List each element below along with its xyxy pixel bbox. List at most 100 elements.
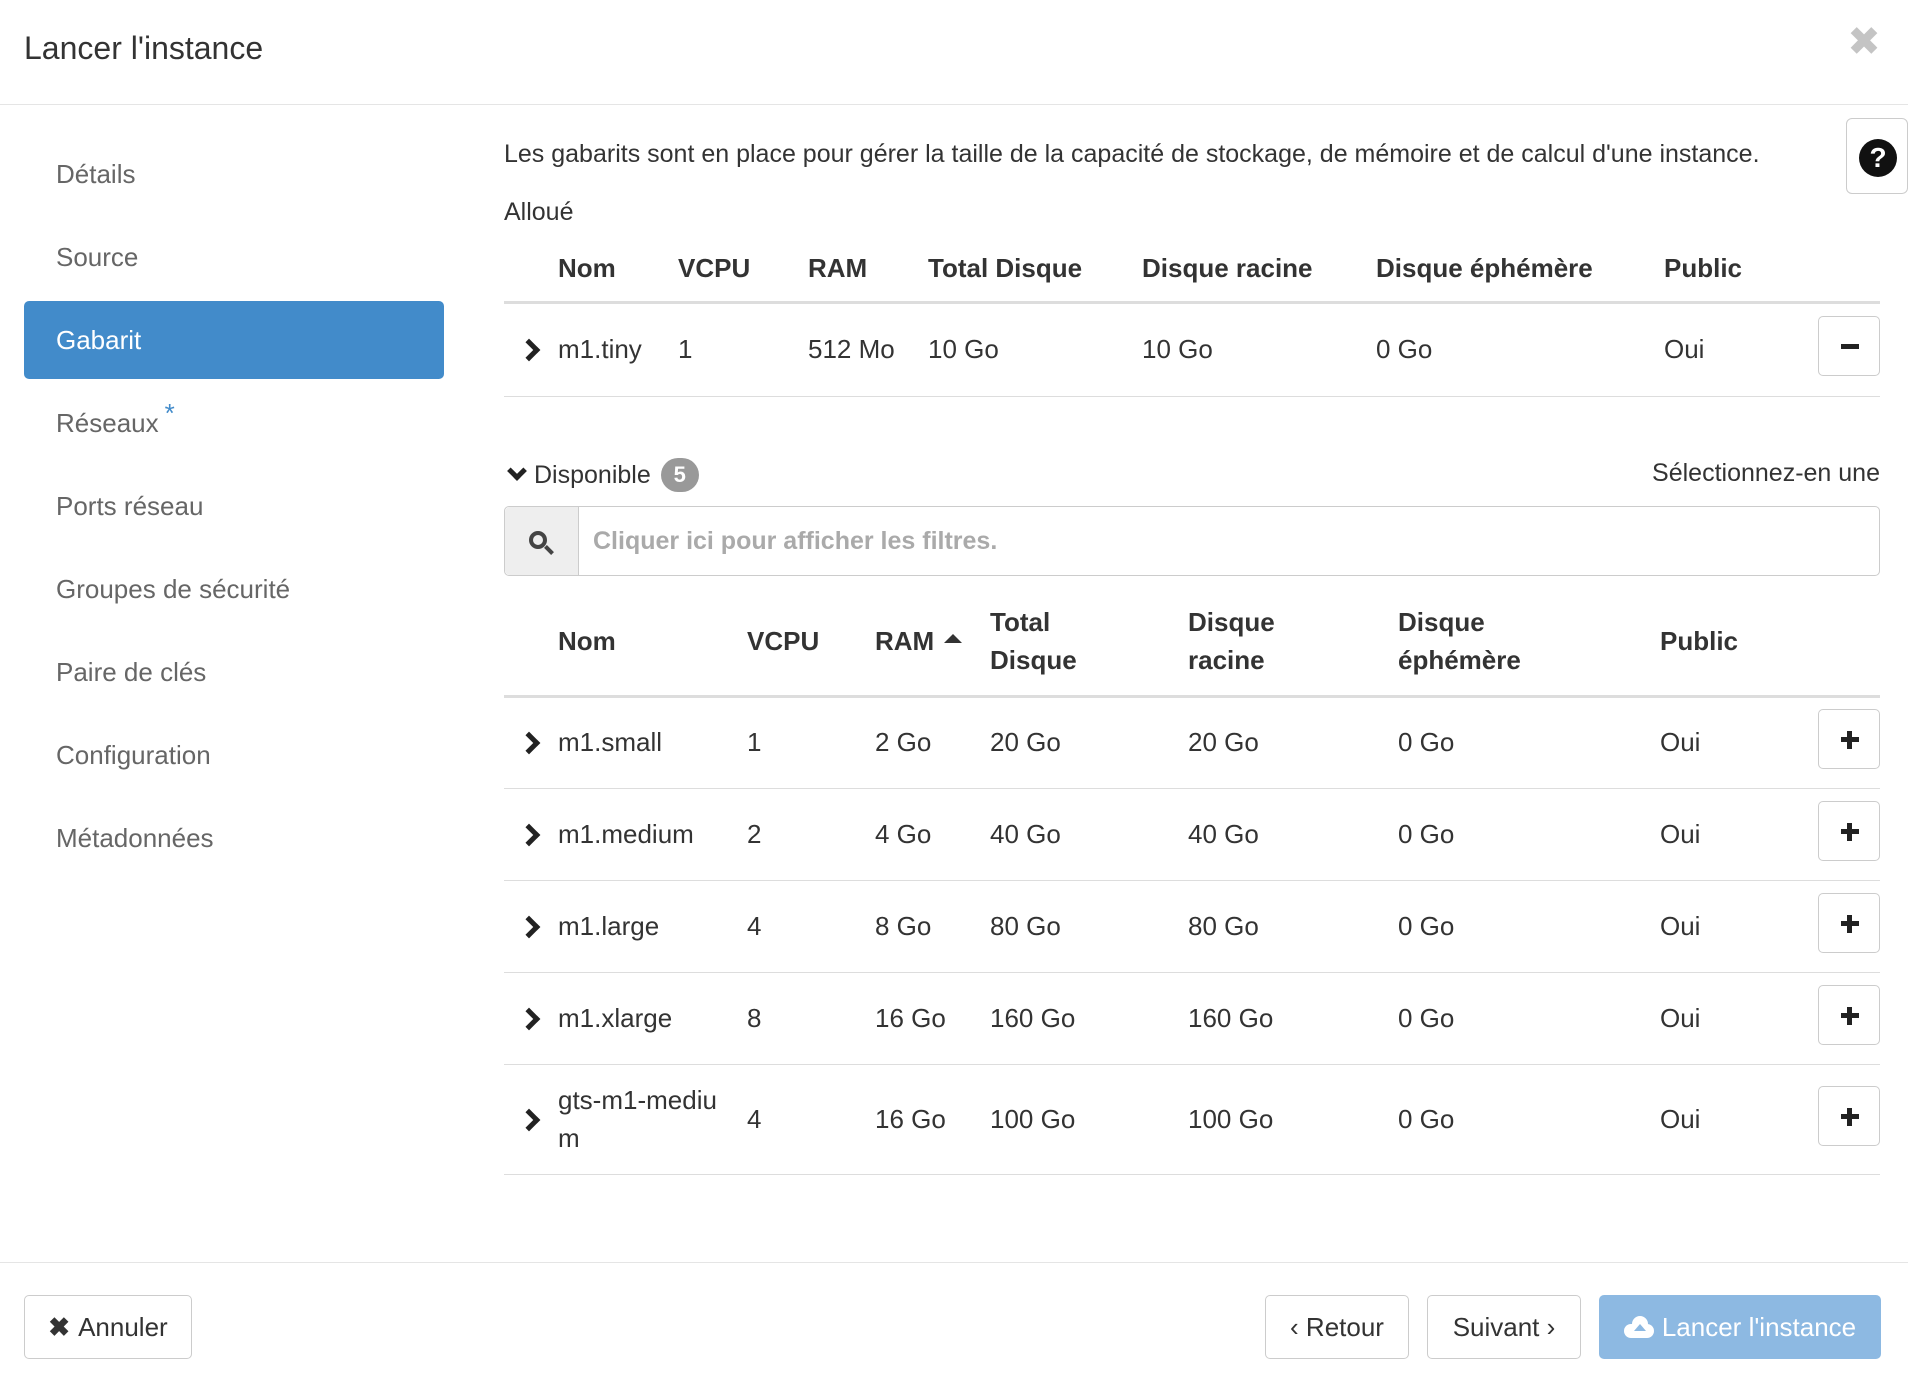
action-cell [1798, 696, 1880, 789]
flavor-total-disk: 10 Go [928, 302, 1142, 397]
select-one-hint: Sélectionnez-en une [1652, 459, 1880, 487]
available-section-header[interactable]: Disponible 5 [504, 458, 699, 492]
header-line-1: Disque [1188, 607, 1275, 638]
chevron-down-icon[interactable] [507, 461, 527, 481]
column-header-name[interactable]: Nom [558, 588, 747, 698]
launch-instance-button[interactable]: Lancer l'instance [1599, 1295, 1881, 1359]
action-column-header [1802, 236, 1880, 304]
available-label: Disponible [534, 460, 651, 489]
expand-cell [504, 302, 558, 397]
chevron-right-icon[interactable] [517, 338, 541, 362]
column-header-vcpu: VCPU [678, 236, 808, 304]
expand-cell [504, 972, 558, 1065]
nav-item-label: Paire de clés [56, 657, 207, 687]
column-header-total-disk: Total Disque [928, 236, 1142, 304]
expand-cell [504, 788, 558, 881]
modal-header: Lancer l'instance ✖ [0, 0, 1908, 105]
close-icon[interactable]: ✖ [1846, 22, 1882, 62]
allocated-label: Alloué [504, 198, 574, 226]
nav-item-configuration[interactable]: Configuration [24, 716, 444, 794]
back-button[interactable]: ‹ Retour [1265, 1295, 1409, 1359]
help-button[interactable]: ? [1846, 118, 1908, 194]
table-row: m1.xlarge 8 16 Go 160 Go 160 Go 0 Go Oui [504, 972, 1880, 1065]
flavor-name: m1.tiny [558, 302, 678, 397]
flavor-vcpu: 1 [678, 302, 808, 397]
plus-icon [1847, 1006, 1852, 1025]
nav-item-network-ports[interactable]: Ports réseau [24, 467, 444, 545]
column-header-ephemeral-disk[interactable]: Disque éphémère [1398, 588, 1660, 698]
next-button[interactable]: Suivant › [1427, 1295, 1581, 1359]
flavor-root-disk: 20 Go [1188, 696, 1398, 789]
flavor-total-disk: 40 Go [990, 788, 1188, 881]
expand-cell [504, 880, 558, 973]
flavor-vcpu: 4 [747, 1064, 875, 1175]
flavor-vcpu: 1 [747, 696, 875, 789]
question-icon: ? [1859, 139, 1897, 177]
wizard-nav: Détails Source Gabarit Réseaux * Ports ré… [24, 135, 444, 882]
nav-item-security-groups[interactable]: Groupes de sécurité [24, 550, 444, 628]
chevron-right-icon[interactable] [517, 823, 541, 846]
flavor-ephemeral-disk: 0 Go [1398, 788, 1660, 881]
add-flavor-button[interactable] [1818, 984, 1880, 1045]
table-row: m1.large 4 8 Go 80 Go 80 Go 0 Go Oui [504, 880, 1880, 973]
flavor-vcpu: 2 [747, 788, 875, 881]
nav-item-details[interactable]: Détails [24, 135, 444, 213]
column-header-ram: RAM [808, 236, 928, 304]
modal-title: Lancer l'instance [24, 30, 264, 66]
nav-item-flavor[interactable]: Gabarit [24, 301, 444, 379]
nav-item-label: Gabarit [56, 325, 142, 355]
launch-instance-modal: Lancer l'instance ✖ Détails Source Gabar… [0, 0, 1908, 1386]
chevron-right-icon[interactable] [517, 1108, 541, 1131]
chevron-right-icon[interactable] [517, 1007, 541, 1030]
flavor-total-disk: 100 Go [990, 1064, 1188, 1175]
upload-arrow [1633, 1324, 1646, 1331]
filter-input[interactable] [579, 507, 1879, 575]
column-header-ram[interactable]: RAM [875, 588, 990, 698]
chevron-right-icon[interactable] [517, 915, 541, 938]
modal-footer: ✖ Annuler ‹ Retour Suivant › Lancer l'in… [0, 1262, 1908, 1386]
remove-flavor-button[interactable] [1818, 316, 1880, 376]
expand-column-header [504, 236, 558, 304]
flavor-public: Oui [1664, 302, 1802, 397]
flavor-ephemeral-disk: 0 Go [1398, 696, 1660, 789]
flavor-public: Oui [1660, 880, 1798, 973]
nav-item-label: Ports réseau [56, 491, 204, 521]
chevron-right-icon[interactable] [517, 731, 541, 755]
flavor-ephemeral-disk: 0 Go [1398, 1064, 1660, 1175]
header-line-2: éphémère [1398, 645, 1521, 676]
flavor-root-disk: 160 Go [1188, 972, 1398, 1065]
add-flavor-button[interactable] [1818, 892, 1880, 953]
search-icon-handle [544, 545, 554, 555]
search-icon[interactable] [505, 507, 579, 575]
column-header-public[interactable]: Public [1660, 588, 1798, 698]
add-flavor-button[interactable] [1818, 709, 1880, 769]
table-row: m1.small 1 2 Go 20 Go 20 Go 0 Go Oui [504, 696, 1880, 789]
add-flavor-button[interactable] [1818, 800, 1880, 861]
sort-ascending-icon [944, 633, 963, 643]
action-cell [1798, 880, 1880, 973]
nav-item-label: Métadonnées [56, 823, 214, 853]
cancel-button[interactable]: ✖ Annuler [24, 1295, 192, 1359]
flavor-total-disk: 80 Go [990, 880, 1188, 973]
flavor-root-disk: 10 Go [1142, 302, 1376, 397]
column-header-root-disk[interactable]: Disque racine [1188, 588, 1398, 698]
nav-item-networks[interactable]: Réseaux * [24, 384, 444, 462]
column-header-vcpu[interactable]: VCPU [747, 588, 875, 698]
plus-icon [1847, 822, 1852, 841]
nav-item-source[interactable]: Source [24, 218, 444, 296]
table-row: m1.medium 2 4 Go 40 Go 40 Go 0 Go Oui [504, 788, 1880, 881]
nav-item-key-pair[interactable]: Paire de clés [24, 633, 444, 711]
table-header-row: Nom VCPU RAM Total Disque Disque racine Di… [504, 588, 1880, 698]
nav-item-metadata[interactable]: Métadonnées [24, 799, 444, 877]
flavor-root-disk: 40 Go [1188, 788, 1398, 881]
column-header-total-disk[interactable]: Total Disque [990, 588, 1188, 698]
expand-cell [504, 1064, 558, 1175]
allocated-table: Nom VCPU RAM Total Disque Disque racine … [504, 236, 1880, 397]
flavor-name: m1.medium [558, 788, 747, 881]
flavor-root-disk: 100 Go [1188, 1064, 1398, 1175]
cloud-upload-icon [1623, 1316, 1654, 1338]
header-line-1: Disque [1398, 607, 1485, 638]
flavor-public: Oui [1660, 696, 1798, 789]
add-flavor-button[interactable] [1818, 1085, 1880, 1146]
flavor-root-disk: 80 Go [1188, 880, 1398, 973]
